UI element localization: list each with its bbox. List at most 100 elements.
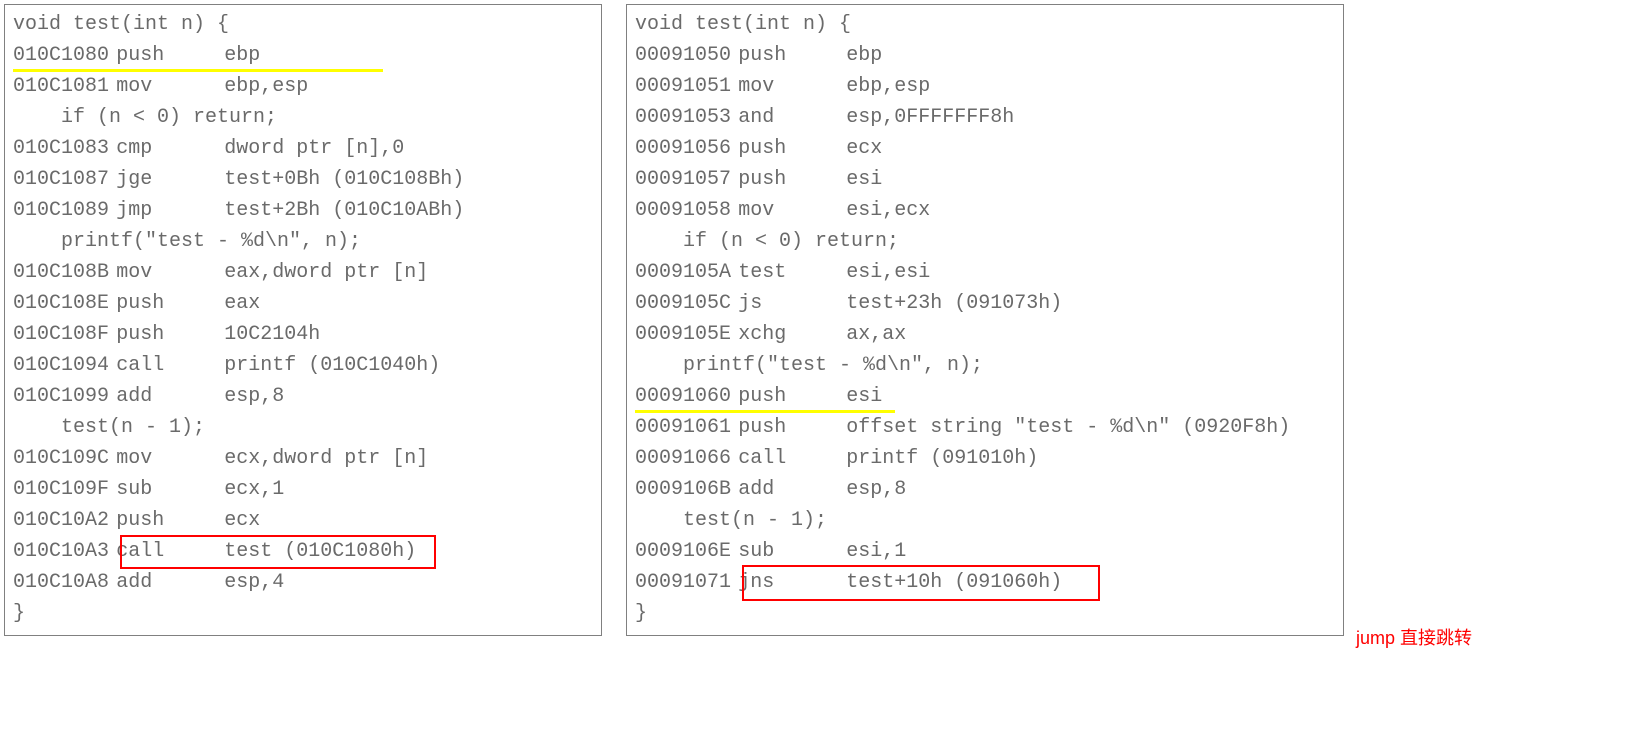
address: 00091050	[635, 40, 738, 71]
asm-line: 00091053 and esp,0FFFFFFF8h	[635, 102, 1335, 133]
mnemonic: push	[738, 133, 846, 164]
operand: esp,8	[224, 381, 284, 412]
address: 00091066	[635, 443, 738, 474]
mnemonic: jge	[116, 164, 224, 195]
operand: 10C2104h	[224, 319, 320, 350]
mnemonic: mov	[738, 71, 846, 102]
operand: ebp	[224, 40, 260, 71]
src-line: if (n < 0) return;	[635, 226, 1335, 257]
address: 010C10A3	[13, 536, 116, 567]
mnemonic: test	[738, 257, 846, 288]
mnemonic: push	[116, 288, 224, 319]
operand: esi	[846, 164, 882, 195]
src-text: if (n < 0) return;	[61, 102, 277, 133]
operand: esi	[846, 381, 882, 412]
operand: printf (010C1040h)	[224, 350, 440, 381]
mnemonic: js	[738, 288, 846, 319]
operand: ecx	[846, 133, 882, 164]
asm-line: 0009106E sub esi,1	[635, 536, 1335, 567]
mnemonic: jmp	[116, 195, 224, 226]
src-text: void test(int n) {	[13, 9, 229, 40]
address: 010C1081	[13, 71, 116, 102]
operand: test+2Bh (010C10ABh)	[224, 195, 464, 226]
address: 0009105A	[635, 257, 738, 288]
mnemonic: call	[116, 350, 224, 381]
asm-line: 00091060 push esi	[635, 381, 1335, 412]
src-line: void test(int n) {	[13, 9, 593, 40]
mnemonic: mov	[738, 195, 846, 226]
asm-line: 010C108E push eax	[13, 288, 593, 319]
asm-line: 010C1080 push ebp	[13, 40, 593, 71]
mnemonic: push	[738, 412, 846, 443]
operand: ecx	[224, 505, 260, 536]
operand: esi,esi	[846, 257, 930, 288]
mnemonic: push	[738, 381, 846, 412]
src-line: printf("test - %d\n", n);	[635, 350, 1335, 381]
src-line: }	[635, 598, 1335, 629]
operand: ecx,1	[224, 474, 284, 505]
mnemonic: push	[116, 505, 224, 536]
asm-line: 010C10A2 push ecx	[13, 505, 593, 536]
address: 00091051	[635, 71, 738, 102]
mnemonic: sub	[116, 474, 224, 505]
operand: test+23h (091073h)	[846, 288, 1062, 319]
asm-line: 010C10A3 call test (010C1080h)	[13, 536, 593, 567]
address: 010C1083	[13, 133, 116, 164]
src-text: }	[13, 598, 25, 629]
address: 010C10A8	[13, 567, 116, 598]
mnemonic: push	[116, 319, 224, 350]
asm-line: 00091061 push offset string "test - %d\n…	[635, 412, 1335, 443]
address: 00091053	[635, 102, 738, 133]
address: 010C108E	[13, 288, 116, 319]
asm-line: 00091056 push ecx	[635, 133, 1335, 164]
mnemonic: push	[738, 40, 846, 71]
annotation-text: jump 直接跳转	[1356, 624, 1472, 650]
mnemonic: cmp	[116, 133, 224, 164]
asm-line: 0009105C js test+23h (091073h)	[635, 288, 1335, 319]
address: 0009105E	[635, 319, 738, 350]
operand: ebp,esp	[224, 71, 308, 102]
src-text: if (n < 0) return;	[683, 226, 899, 257]
address: 00091071	[635, 567, 738, 598]
right-disassembly-panel: void test(int n) { 00091050 push ebp 000…	[626, 4, 1344, 636]
operand: ebp	[846, 40, 882, 71]
asm-line: 010C108F push 10C2104h	[13, 319, 593, 350]
asm-line: 010C109C mov ecx,dword ptr [n]	[13, 443, 593, 474]
operand: eax	[224, 288, 260, 319]
asm-line: 00091058 mov esi,ecx	[635, 195, 1335, 226]
mnemonic: push	[116, 40, 224, 71]
mnemonic: jns	[738, 567, 846, 598]
asm-line: 00091051 mov ebp,esp	[635, 71, 1335, 102]
mnemonic: mov	[116, 71, 224, 102]
asm-line: 00091050 push ebp	[635, 40, 1335, 71]
operand: esp,0FFFFFFF8h	[846, 102, 1014, 133]
address: 010C1099	[13, 381, 116, 412]
operand: ax,ax	[846, 319, 906, 350]
mnemonic: sub	[738, 536, 846, 567]
asm-line: 0009106B add esp,8	[635, 474, 1335, 505]
address: 010C109C	[13, 443, 116, 474]
operand: esi,1	[846, 536, 906, 567]
asm-line: 010C1089 jmp test+2Bh (010C10ABh)	[13, 195, 593, 226]
asm-line: 0009105A test esi,esi	[635, 257, 1335, 288]
address: 00091061	[635, 412, 738, 443]
address: 0009106E	[635, 536, 738, 567]
operand: test+10h (091060h)	[846, 567, 1062, 598]
address: 010C1080	[13, 40, 116, 71]
address: 010C1087	[13, 164, 116, 195]
src-line: void test(int n) {	[635, 9, 1335, 40]
mnemonic: call	[738, 443, 846, 474]
mnemonic: xchg	[738, 319, 846, 350]
address: 00091057	[635, 164, 738, 195]
operand: test+0Bh (010C108Bh)	[224, 164, 464, 195]
asm-line: 00091066 call printf (091010h)	[635, 443, 1335, 474]
asm-line: 010C1081 mov ebp,esp	[13, 71, 593, 102]
operand: ebp,esp	[846, 71, 930, 102]
src-line: if (n < 0) return;	[13, 102, 593, 133]
asm-line: 00091057 push esi	[635, 164, 1335, 195]
src-line: test(n - 1);	[635, 505, 1335, 536]
address: 00091056	[635, 133, 738, 164]
src-line: }	[13, 598, 593, 629]
operand: esi,ecx	[846, 195, 930, 226]
address: 0009106B	[635, 474, 738, 505]
